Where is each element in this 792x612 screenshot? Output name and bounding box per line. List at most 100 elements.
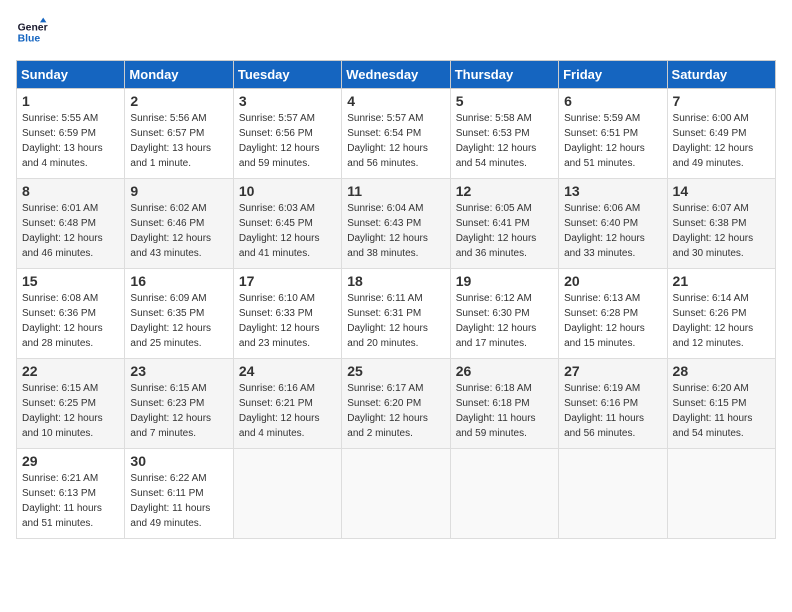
calendar-day-cell: 30 Sunrise: 6:22 AMSunset: 6:11 PMDayligh… [125,449,233,539]
day-number: 28 [673,363,770,379]
day-number: 14 [673,183,770,199]
day-number: 4 [347,93,444,109]
day-number: 15 [22,273,119,289]
calendar-header-row: SundayMondayTuesdayWednesdayThursdayFrid… [17,61,776,89]
weekday-header: Thursday [450,61,558,89]
calendar-week-row: 29Sunrise: 6:21 AMSunset: 6:13 PMDayligh… [17,449,776,539]
day-info: Sunrise: 6:02 AMSunset: 6:46 PMDaylight:… [130,201,227,261]
day-info: Sunrise: 6:22 AMSunset: 6:11 PMDaylight:… [130,471,227,531]
day-info: Sunrise: 5:57 AMSunset: 6:54 PMDaylight:… [347,111,444,171]
day-info: Sunrise: 6:10 AMSunset: 6:33 PMDaylight:… [239,291,336,351]
weekday-header: Saturday [667,61,775,89]
calendar-day-cell: 9 Sunrise: 6:02 AMSunset: 6:46 PMDaylight… [125,179,233,269]
day-info: Sunrise: 5:55 AMSunset: 6:59 PMDaylight:… [22,111,119,171]
day-info: Sunrise: 6:11 AMSunset: 6:31 PMDaylight:… [347,291,444,351]
day-info: Sunrise: 5:59 AMSunset: 6:51 PMDaylight:… [564,111,661,171]
calendar-day-cell: 15 Sunrise: 6:08 AMSunset: 6:36 PMDayligh… [17,269,125,359]
calendar-day-cell [233,449,341,539]
day-info: Sunrise: 5:58 AMSunset: 6:53 PMDaylight:… [456,111,553,171]
day-number: 2 [130,93,227,109]
calendar-day-cell [559,449,667,539]
calendar-body: 1 Sunrise: 5:55 AMSunset: 6:59 PMDaylight… [17,89,776,539]
day-info: Sunrise: 6:08 AMSunset: 6:36 PMDaylight:… [22,291,119,351]
calendar-day-cell: 16 Sunrise: 6:09 AMSunset: 6:35 PMDayligh… [125,269,233,359]
day-number: 1 [22,93,119,109]
calendar-day-cell: 18 Sunrise: 6:11 AMSunset: 6:31 PMDayligh… [342,269,450,359]
weekday-header: Monday [125,61,233,89]
calendar-day-cell: 27 Sunrise: 6:19 AMSunset: 6:16 PMDayligh… [559,359,667,449]
logo-icon: General Blue [16,16,48,48]
calendar-day-cell: 8Sunrise: 6:01 AMSunset: 6:48 PMDaylight… [17,179,125,269]
calendar-day-cell: 25Sunrise: 6:17 AMSunset: 6:20 PMDayligh… [342,359,450,449]
day-info: Sunrise: 6:16 AMSunset: 6:21 PMDaylight:… [239,381,336,441]
day-number: 10 [239,183,336,199]
weekday-header: Tuesday [233,61,341,89]
calendar-week-row: 22 Sunrise: 6:15 AMSunset: 6:25 PMDayligh… [17,359,776,449]
day-info: Sunrise: 6:15 AMSunset: 6:23 PMDaylight:… [130,381,227,441]
day-number: 16 [130,273,227,289]
day-number: 8 [22,183,119,199]
day-info: Sunrise: 6:13 AMSunset: 6:28 PMDaylight:… [564,291,661,351]
calendar-table: SundayMondayTuesdayWednesdayThursdayFrid… [16,60,776,539]
calendar-week-row: 15 Sunrise: 6:08 AMSunset: 6:36 PMDayligh… [17,269,776,359]
day-number: 13 [564,183,661,199]
day-number: 20 [564,273,661,289]
day-info: Sunrise: 6:14 AMSunset: 6:26 PMDaylight:… [673,291,770,351]
day-number: 5 [456,93,553,109]
day-info: Sunrise: 6:21 AMSunset: 6:13 PMDaylight:… [22,471,119,531]
day-number: 12 [456,183,553,199]
day-info: Sunrise: 5:56 AMSunset: 6:57 PMDaylight:… [130,111,227,171]
weekday-header: Friday [559,61,667,89]
calendar-day-cell [667,449,775,539]
day-info: Sunrise: 6:04 AMSunset: 6:43 PMDaylight:… [347,201,444,261]
calendar-day-cell: 28 Sunrise: 6:20 AMSunset: 6:15 PMDayligh… [667,359,775,449]
svg-text:Blue: Blue [18,34,41,45]
day-number: 24 [239,363,336,379]
calendar-day-cell: 5 Sunrise: 5:58 AMSunset: 6:53 PMDaylight… [450,89,558,179]
calendar-day-cell: 4 Sunrise: 5:57 AMSunset: 6:54 PMDaylight… [342,89,450,179]
day-number: 26 [456,363,553,379]
day-number: 23 [130,363,227,379]
day-number: 17 [239,273,336,289]
calendar-day-cell: 14Sunrise: 6:07 AMSunset: 6:38 PMDayligh… [667,179,775,269]
page-header: General Blue [16,16,776,48]
calendar-day-cell: 20 Sunrise: 6:13 AMSunset: 6:28 PMDayligh… [559,269,667,359]
calendar-day-cell: 17 Sunrise: 6:10 AMSunset: 6:33 PMDayligh… [233,269,341,359]
day-number: 27 [564,363,661,379]
calendar-day-cell: 7 Sunrise: 6:00 AMSunset: 6:49 PMDaylight… [667,89,775,179]
day-number: 11 [347,183,444,199]
day-info: Sunrise: 6:20 AMSunset: 6:15 PMDaylight:… [673,381,770,441]
calendar-day-cell: 29Sunrise: 6:21 AMSunset: 6:13 PMDayligh… [17,449,125,539]
weekday-header: Wednesday [342,61,450,89]
day-number: 9 [130,183,227,199]
day-number: 19 [456,273,553,289]
day-number: 3 [239,93,336,109]
day-number: 6 [564,93,661,109]
day-info: Sunrise: 6:05 AMSunset: 6:41 PMDaylight:… [456,201,553,261]
day-info: Sunrise: 6:18 AMSunset: 6:18 PMDaylight:… [456,381,553,441]
calendar-day-cell [450,449,558,539]
day-number: 30 [130,453,227,469]
day-info: Sunrise: 6:03 AMSunset: 6:45 PMDaylight:… [239,201,336,261]
day-info: Sunrise: 6:15 AMSunset: 6:25 PMDaylight:… [22,381,119,441]
day-info: Sunrise: 6:19 AMSunset: 6:16 PMDaylight:… [564,381,661,441]
day-number: 7 [673,93,770,109]
calendar-day-cell: 23 Sunrise: 6:15 AMSunset: 6:23 PMDayligh… [125,359,233,449]
weekday-header: Sunday [17,61,125,89]
calendar-day-cell: 2 Sunrise: 5:56 AMSunset: 6:57 PMDaylight… [125,89,233,179]
day-number: 22 [22,363,119,379]
calendar-day-cell: 26 Sunrise: 6:18 AMSunset: 6:18 PMDayligh… [450,359,558,449]
calendar-day-cell: 19Sunrise: 6:12 AMSunset: 6:30 PMDayligh… [450,269,558,359]
day-info: Sunrise: 6:09 AMSunset: 6:35 PMDaylight:… [130,291,227,351]
calendar-day-cell: 24 Sunrise: 6:16 AMSunset: 6:21 PMDayligh… [233,359,341,449]
day-info: Sunrise: 6:06 AMSunset: 6:40 PMDaylight:… [564,201,661,261]
calendar-week-row: 8Sunrise: 6:01 AMSunset: 6:48 PMDaylight… [17,179,776,269]
svg-text:General: General [18,22,48,33]
calendar-day-cell: 6 Sunrise: 5:59 AMSunset: 6:51 PMDaylight… [559,89,667,179]
day-number: 21 [673,273,770,289]
day-number: 18 [347,273,444,289]
calendar-day-cell: 10 Sunrise: 6:03 AMSunset: 6:45 PMDayligh… [233,179,341,269]
day-info: Sunrise: 6:17 AMSunset: 6:20 PMDaylight:… [347,381,444,441]
day-info: Sunrise: 6:00 AMSunset: 6:49 PMDaylight:… [673,111,770,171]
calendar-day-cell: 13 Sunrise: 6:06 AMSunset: 6:40 PMDayligh… [559,179,667,269]
